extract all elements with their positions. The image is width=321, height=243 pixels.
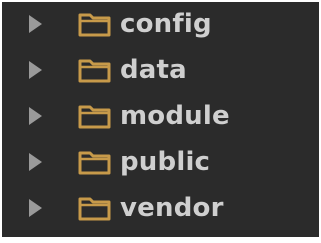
folder-icon bbox=[78, 195, 112, 221]
tree-item-public[interactable]: public bbox=[2, 144, 319, 180]
tree-item-label: module bbox=[120, 101, 230, 131]
folder-icon bbox=[78, 103, 112, 129]
expand-arrow-icon[interactable] bbox=[29, 153, 42, 171]
folder-icon bbox=[78, 149, 112, 175]
expand-arrow-icon[interactable] bbox=[29, 61, 42, 79]
tree-item-vendor[interactable]: vendor bbox=[2, 190, 319, 226]
folder-icon bbox=[78, 11, 112, 37]
folder-icon bbox=[78, 57, 112, 83]
tree-item-data[interactable]: data bbox=[2, 52, 319, 88]
expand-arrow-icon[interactable] bbox=[29, 199, 42, 217]
tree-item-module[interactable]: module bbox=[2, 98, 319, 134]
file-tree-panel: config data module public vendor bbox=[2, 2, 319, 237]
tree-item-label: public bbox=[120, 147, 211, 177]
expand-arrow-icon[interactable] bbox=[29, 15, 42, 33]
tree-item-label: data bbox=[120, 55, 187, 85]
expand-arrow-icon[interactable] bbox=[29, 107, 42, 125]
tree-item-config[interactable]: config bbox=[2, 6, 319, 42]
tree-item-label: config bbox=[120, 9, 212, 39]
tree-item-label: vendor bbox=[120, 193, 224, 223]
